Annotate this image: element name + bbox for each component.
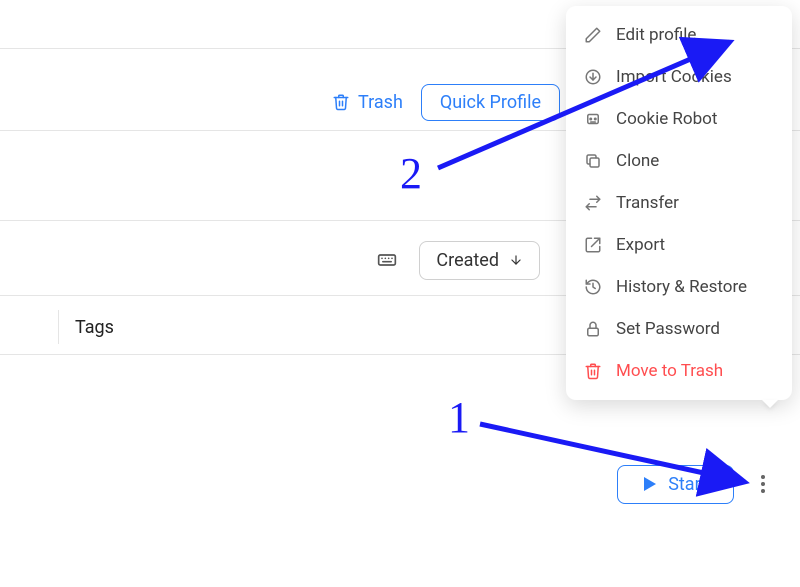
menu-label: Export [616,235,665,255]
quick-profile-label: Quick Profile [440,92,541,113]
trash-icon [332,93,350,111]
context-menu: Edit profile Import Cookies Cookie Robot… [566,6,792,400]
menu-label: Set Password [616,319,720,339]
transfer-icon [584,194,602,212]
tags-column-header: Tags [75,317,114,338]
menu-label: Move to Trash [616,361,723,381]
copy-icon [584,152,602,170]
sort-label: Created [436,250,499,271]
menu-item-cookie-robot[interactable]: Cookie Robot [566,98,792,140]
start-label: Start [668,474,707,495]
menu-item-transfer[interactable]: Transfer [566,182,792,224]
menu-item-import-cookies[interactable]: Import Cookies [566,56,792,98]
pencil-icon [584,26,602,44]
sort-button[interactable]: Created [419,241,540,280]
trash-button[interactable]: Trash [332,92,403,113]
row-actions: Start [0,454,800,514]
export-icon [584,236,602,254]
annotation-step-2: 2 [400,149,422,198]
menu-item-clone[interactable]: Clone [566,140,792,182]
menu-item-history-restore[interactable]: History & Restore [566,266,792,308]
play-icon [644,477,656,491]
annotation-step-1: 1 [448,393,470,442]
column-divider [58,310,59,344]
menu-item-edit-profile[interactable]: Edit profile [566,14,792,56]
trash-icon [584,362,602,380]
history-icon [584,278,602,296]
start-button[interactable]: Start [617,465,734,504]
menu-label: Cookie Robot [616,109,717,129]
menu-label: History & Restore [616,277,747,297]
menu-label: Clone [616,151,659,171]
menu-item-export[interactable]: Export [566,224,792,266]
menu-label: Transfer [616,193,679,213]
menu-item-move-to-trash[interactable]: Move to Trash [566,350,792,392]
keyboard-icon[interactable] [377,250,397,270]
robot-icon [584,110,602,128]
trash-label: Trash [358,92,403,113]
arrow-down-icon [509,253,523,267]
menu-item-set-password[interactable]: Set Password [566,308,792,350]
quick-profile-button[interactable]: Quick Profile [421,84,560,121]
menu-label: Import Cookies [616,67,732,87]
download-icon [584,68,602,86]
menu-label: Edit profile [616,25,696,45]
lock-icon [584,320,602,338]
more-menu-button[interactable] [752,468,774,500]
